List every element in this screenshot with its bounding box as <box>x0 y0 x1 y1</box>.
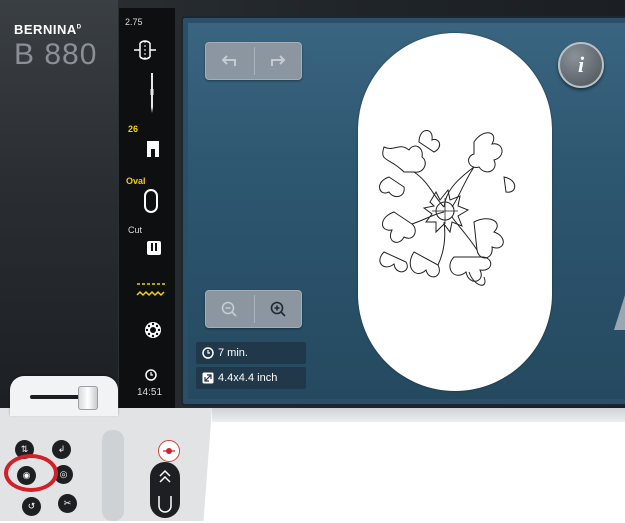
redo-button[interactable] <box>255 43 301 79</box>
reverse-icon: ↺ <box>27 501 36 511</box>
stitch-plate-icon[interactable] <box>146 240 162 261</box>
stitch-width-value: 2.75 <box>125 17 143 27</box>
reverse-button[interactable]: ↺ <box>22 497 41 516</box>
housing-edge <box>212 408 625 422</box>
zoom-out-button[interactable] <box>206 291 252 327</box>
zoom-in-icon <box>270 301 286 317</box>
cut-label: Cut <box>128 225 143 235</box>
clock-time: 14:51 <box>137 387 163 398</box>
presser-foot-number: 26 <box>128 124 139 134</box>
model-name: B 880 <box>14 38 98 71</box>
panel-groove <box>102 430 124 521</box>
zoom-out-icon <box>221 301 237 317</box>
speed-slider-knob[interactable] <box>78 386 98 410</box>
design-size-value: 4.4x4.4 inch <box>218 372 278 384</box>
scissors-icon: ✂ <box>63 498 72 508</box>
design-size-display: 4.4x4.4 inch <box>196 367 306 389</box>
needle-icon[interactable] <box>148 73 156 118</box>
presser-foot-lift-icon <box>158 469 172 513</box>
undo-button[interactable] <box>206 43 252 79</box>
zoom-in-button[interactable] <box>255 291 301 327</box>
info-icon: i <box>577 52 585 77</box>
zoom-group <box>205 290 302 328</box>
resize-icon <box>202 372 214 384</box>
undo-redo-group <box>205 42 302 80</box>
bobbin-icon[interactable] <box>143 320 163 345</box>
clock-icon <box>145 368 157 386</box>
upper-thread-tension-icon[interactable] <box>135 278 167 305</box>
info-button[interactable]: i <box>558 42 604 88</box>
thread-icon <box>163 448 175 454</box>
stitch-time-display: 7 min. <box>196 342 306 364</box>
threading-button[interactable] <box>158 440 180 462</box>
stitch-time-value: 7 min. <box>218 347 248 359</box>
thread-cutter-button[interactable]: ✂ <box>58 494 77 513</box>
hoop-label: Oval <box>126 176 146 186</box>
side-panel-tab[interactable] <box>610 295 625 330</box>
highlight-circle <box>4 454 58 492</box>
needle-position-icon[interactable] <box>132 39 158 66</box>
presser-foot-icon[interactable] <box>145 139 161 164</box>
start-stop-button[interactable] <box>150 462 180 518</box>
pattern-begin-icon: ↲ <box>57 444 66 454</box>
redo-icon <box>271 55 286 66</box>
pattern-end-icon: ◎ <box>59 469 68 479</box>
embroidery-design-motif[interactable] <box>374 122 520 297</box>
brand-logo: BERNINAD <box>14 22 82 37</box>
undo-icon <box>221 55 236 66</box>
hoop-oval-icon[interactable] <box>143 188 159 219</box>
pattern-begin-button[interactable]: ↲ <box>52 440 71 459</box>
clock-icon <box>202 347 214 359</box>
